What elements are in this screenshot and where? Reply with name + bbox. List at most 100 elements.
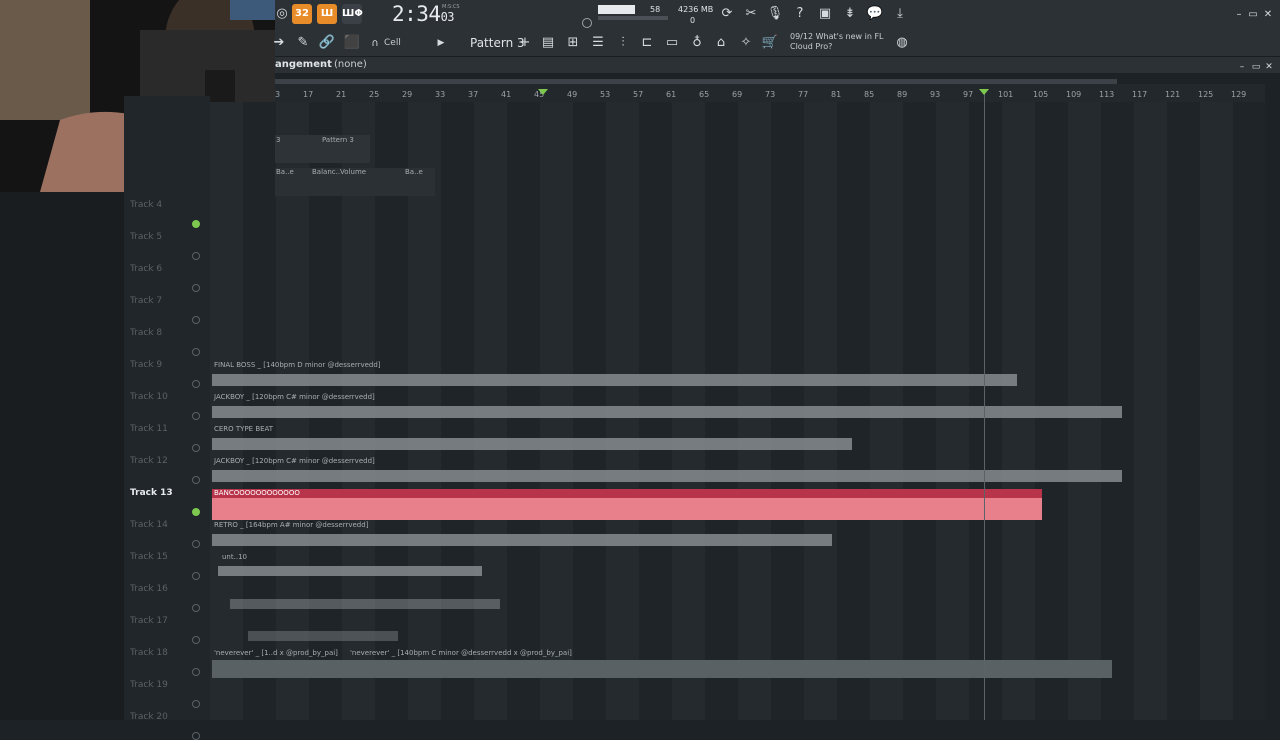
track-name[interactable]: Track 4 <box>130 200 162 210</box>
ruler-tick: 25 <box>369 90 380 99</box>
selected-clip-header[interactable] <box>212 489 1042 498</box>
ruler-tick: 65 <box>699 90 710 99</box>
track-enable-toggle[interactable] <box>192 476 200 484</box>
track-name[interactable]: Track 19 <box>130 680 168 690</box>
track-name[interactable]: Track 11 <box>130 424 168 434</box>
track-name[interactable]: Track 8 <box>130 328 162 338</box>
record-icon[interactable]: ◎ <box>273 5 291 23</box>
ruler-tick: 125 <box>1198 90 1214 99</box>
refresh-icon[interactable]: ⟳ <box>718 5 736 23</box>
track-name[interactable]: Track 17 <box>130 616 168 626</box>
plugin-icon[interactable]: ♁ <box>688 34 706 52</box>
selected-clip-waveform[interactable] <box>212 498 1042 520</box>
waveform-track16[interactable] <box>230 596 500 612</box>
track-name[interactable]: Track 6 <box>130 264 162 274</box>
track-enable-toggle[interactable] <box>192 444 200 452</box>
track-enable-toggle[interactable] <box>192 508 200 516</box>
track-enable-toggle[interactable] <box>192 348 200 356</box>
project-icon[interactable]: ▭ <box>663 34 681 52</box>
track-name[interactable]: Track 7 <box>130 296 162 306</box>
waveform-track11[interactable] <box>212 434 852 454</box>
track-header-panel <box>124 96 210 720</box>
snap-cell-label[interactable]: Cell <box>384 38 401 48</box>
track-name[interactable]: Track 9 <box>130 360 162 370</box>
track-enable-toggle[interactable] <box>192 412 200 420</box>
track-enable-toggle[interactable] <box>192 732 200 740</box>
title-separator: › <box>322 59 326 70</box>
waveform-track9[interactable] <box>212 370 1017 390</box>
ruler-tick: 73 <box>765 90 776 99</box>
waveform-track14[interactable] <box>212 530 832 550</box>
track-name[interactable]: Track 12 <box>130 456 168 466</box>
ruler-tick: 53 <box>600 90 611 99</box>
waveform-track18[interactable] <box>212 660 1112 678</box>
browser-icon[interactable]: ⊏ <box>638 34 656 52</box>
add-pattern-icon[interactable]: + <box>516 34 534 52</box>
track-enable-toggle[interactable] <box>192 668 200 676</box>
loop-start-marker[interactable] <box>538 89 548 95</box>
track-name[interactable]: Track 5 <box>130 232 162 242</box>
piano-roll-icon[interactable]: ⊞ <box>564 34 582 52</box>
chat-icon[interactable]: 💬 <box>866 5 884 23</box>
track-name[interactable]: Track 16 <box>130 584 168 594</box>
stamp-icon[interactable]: ⬛ <box>343 34 361 52</box>
save-icon[interactable]: ▣ <box>816 5 834 23</box>
track-enable-toggle[interactable] <box>192 604 200 612</box>
ruler-tick: 97 <box>963 90 974 99</box>
close-icon[interactable]: ✕ <box>1259 6 1277 24</box>
export-icon[interactable]: ⇟ <box>841 5 859 23</box>
ruler-tick: 105 <box>1033 90 1049 99</box>
track-enable-toggle[interactable] <box>192 380 200 388</box>
ruler-tick: 37 <box>468 90 479 99</box>
track-name[interactable]: Track 15 <box>130 552 168 562</box>
vertical-scrollbar[interactable] <box>1268 96 1278 720</box>
automation-label-c: Ba..e <box>405 168 423 176</box>
track-enable-toggle[interactable] <box>192 316 200 324</box>
playlist-icon[interactable]: ▤ <box>539 34 557 52</box>
tools-icon[interactable]: ✧ <box>737 34 755 52</box>
track-name[interactable]: Track 20 <box>130 712 168 722</box>
link-icon[interactable]: 🔗 <box>318 34 336 52</box>
unlink-icon[interactable]: ✂ <box>742 5 760 23</box>
waveform-track10[interactable] <box>212 402 1122 422</box>
waveform-track17[interactable] <box>248 628 398 644</box>
news-ticker[interactable]: 09/12 What's new in FL Cloud Pro? <box>790 32 884 52</box>
typing-keyboard-button[interactable]: Ш <box>317 4 337 24</box>
playlist-selection[interactable]: (none) <box>334 59 367 70</box>
mixer-icon[interactable]: ⫶ <box>614 34 632 52</box>
track-enable-toggle[interactable] <box>192 540 200 548</box>
channel-rack-icon[interactable]: ☰ <box>589 34 607 52</box>
microphone-icon[interactable]: 🎙 <box>766 5 784 23</box>
download-icon[interactable]: ⤓ <box>891 5 909 23</box>
step-mode-button[interactable]: ШΦ <box>342 4 363 24</box>
play-pattern-icon[interactable]: ▶ <box>432 34 450 52</box>
ruler-tick: 81 <box>831 90 842 99</box>
track-enable-toggle[interactable] <box>192 252 200 260</box>
globe-icon[interactable]: ◍ <box>893 34 911 52</box>
clip-label-track10: JACKBOY _ [120bpm C# minor @desserrvedd] <box>214 393 375 401</box>
waveform-track12[interactable] <box>212 466 1122 486</box>
pattern-clip-label-a: 3 <box>276 136 281 144</box>
waveform-track15[interactable] <box>218 563 482 579</box>
pattern-clip-label-b: Pattern 3 <box>322 136 354 144</box>
ruler-tick: 101 <box>998 90 1014 99</box>
help-icon[interactable]: ? <box>791 5 809 23</box>
track-enable-toggle[interactable] <box>192 284 200 292</box>
playlist-close-icon[interactable]: ✕ <box>1260 58 1278 76</box>
track-name[interactable]: Track 14 <box>130 520 168 530</box>
track-enable-toggle[interactable] <box>192 700 200 708</box>
brush-icon[interactable]: ⌂ <box>712 34 730 52</box>
playhead-marker[interactable] <box>979 89 989 95</box>
draw-tool-icon[interactable]: ✎ <box>294 34 312 52</box>
clip-label-track13: BANCOOOOOOOOOOOO <box>214 489 300 497</box>
cart-icon[interactable]: 🛒 <box>761 34 779 52</box>
track-enable-toggle[interactable] <box>192 572 200 580</box>
snap-mode-button[interactable]: 32 <box>292 4 312 24</box>
track-enable-toggle[interactable] <box>192 636 200 644</box>
track-enable-toggle[interactable] <box>192 220 200 228</box>
track-name[interactable]: Track 10 <box>130 392 168 402</box>
track-name[interactable]: Track 13 <box>130 488 173 498</box>
track-name[interactable]: Track 18 <box>130 648 168 658</box>
arrow-right-icon[interactable]: ➔ <box>270 34 288 52</box>
magnet-icon[interactable]: ∩ <box>366 35 384 53</box>
